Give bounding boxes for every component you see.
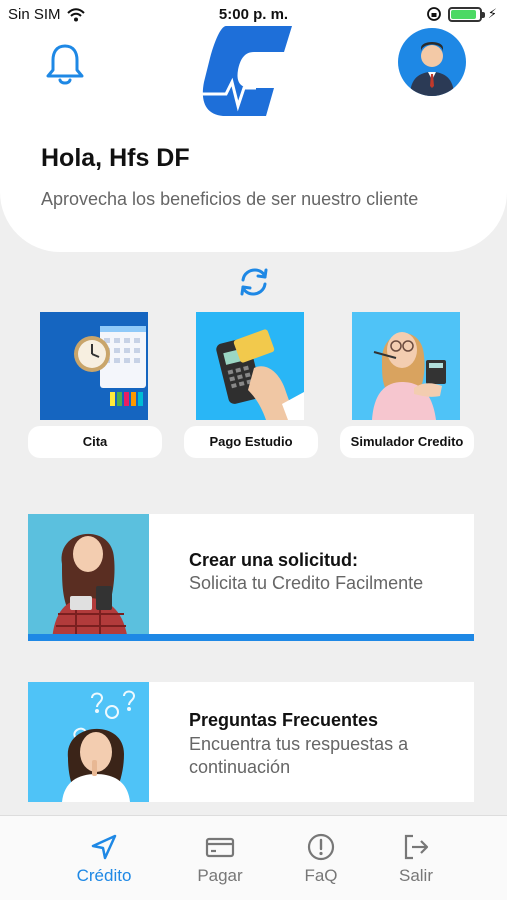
tab-credito[interactable]: Crédito xyxy=(59,832,149,886)
charging-icon: ⚡ xyxy=(487,6,497,21)
tab-bar: Crédito Pagar FaQ Salir xyxy=(0,815,507,900)
tab-label: Salir xyxy=(398,866,433,885)
tab-pagar[interactable]: Pagar xyxy=(175,832,265,886)
card-text: Encuentra tus respuestas a continuación xyxy=(189,734,409,777)
bell-icon[interactable] xyxy=(44,42,86,86)
card-accent-bar xyxy=(28,634,474,641)
brand-logo xyxy=(200,26,292,116)
status-bar: Sin SIM 5:00 p. m. ⚡ xyxy=(0,0,507,30)
user-avatar-icon xyxy=(410,42,454,96)
greeting: Hola, Hfs DF xyxy=(41,144,190,172)
woman-calculator-image xyxy=(352,312,460,420)
tile-label: Simulador Credito xyxy=(340,426,474,458)
card-title: Crear una solicitud: xyxy=(189,550,359,570)
woman-phone-image xyxy=(28,514,149,641)
tab-label: FaQ xyxy=(304,866,338,885)
tab-label: Crédito xyxy=(76,866,132,885)
status-right: ⚡ xyxy=(426,6,497,22)
battery-fill xyxy=(450,9,477,19)
subtitle: Aprovecha los beneficios de ser nuestro … xyxy=(41,189,419,209)
woman-thinking-image xyxy=(28,682,149,802)
tab-faq[interactable]: FaQ xyxy=(276,832,366,886)
tile-label: Cita xyxy=(28,426,162,458)
navigation-arrow-icon xyxy=(91,834,117,860)
rotation-lock-icon xyxy=(426,7,441,21)
battery-indicator xyxy=(447,6,485,22)
card-title: Preguntas Frecuentes xyxy=(189,710,379,730)
refresh-icon[interactable] xyxy=(237,265,271,299)
calendar-clock-image xyxy=(40,312,148,420)
card-preguntas-frecuentes[interactable]: Preguntas Frecuentes Encuentra tus respu… xyxy=(28,682,474,802)
header-card: Hola, Hfs DF Aprovecha los beneficios de… xyxy=(0,0,507,252)
alert-circle-icon xyxy=(307,833,335,861)
card-payment-image xyxy=(196,312,304,420)
logout-icon xyxy=(404,834,429,860)
tab-label: Pagar xyxy=(197,866,243,885)
tile-label: Pago Estudio xyxy=(184,426,318,458)
credit-card-icon xyxy=(205,837,235,858)
tab-salir[interactable]: Salir xyxy=(371,832,461,886)
avatar[interactable] xyxy=(398,28,466,96)
card-crear-solicitud[interactable]: Crear una solicitud: Solicita tu Credito… xyxy=(28,514,474,641)
card-text: Solicita tu Credito Facilmente xyxy=(189,573,424,593)
